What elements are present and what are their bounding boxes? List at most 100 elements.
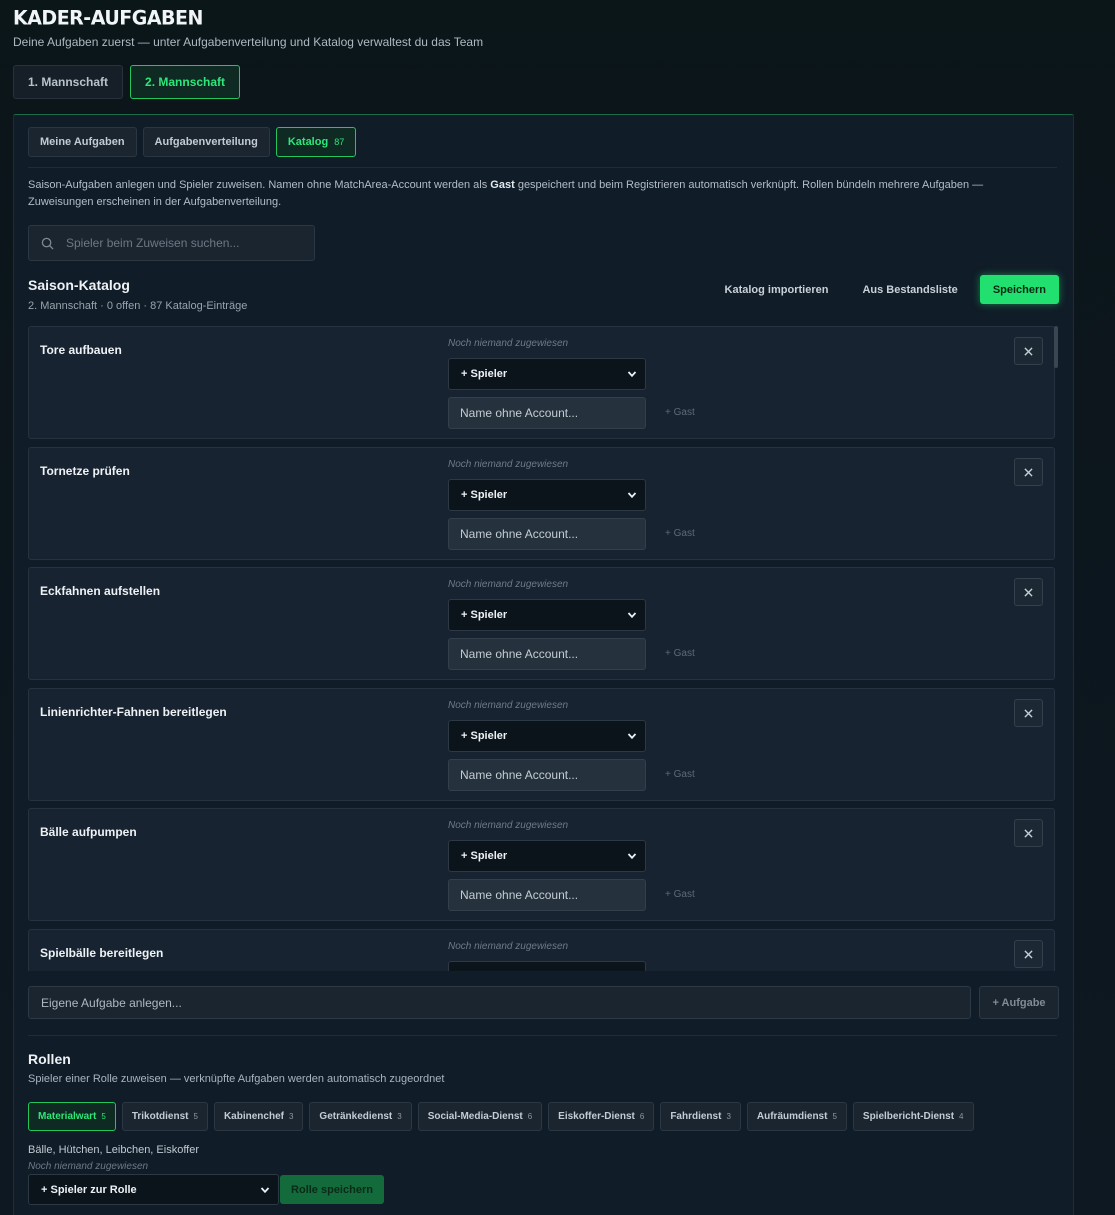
chevron-down-icon (627, 371, 637, 378)
task-card: Linienrichter-Fahnen bereitlegen Noch nie… (28, 688, 1055, 801)
tab-label: Meine Aufgaben (40, 136, 125, 148)
save-button[interactable]: Speichern (979, 275, 1059, 304)
task-assign-status: Noch niemand zugewiesen (448, 579, 569, 590)
task-name: Tore aufbauen (40, 343, 122, 357)
divider (28, 1035, 1057, 1036)
tab-label: Aufgabenverteilung (154, 136, 258, 148)
role-chip-count: 5 (101, 1112, 106, 1121)
search-icon (41, 237, 54, 250)
player-search[interactable] (28, 225, 315, 261)
role-assign-status: Noch niemand zugewiesen (28, 1161, 149, 1172)
task-name: Bälle aufpumpen (40, 825, 137, 839)
guest-name-input[interactable]: Name ohne Account... (448, 518, 646, 550)
task-list[interactable]: Tore aufbauen Noch niemand zugewiesen + Sp… (28, 326, 1061, 971)
from-list-button[interactable]: Aus Bestandsliste (850, 275, 969, 304)
role-chip-count: 3 (726, 1112, 731, 1121)
task-select-label: + Spieler (461, 850, 508, 862)
close-icon (1024, 949, 1033, 959)
remove-task-button[interactable] (1014, 699, 1043, 727)
new-task-input[interactable]: Eigene Aufgabe anlegen... (28, 986, 971, 1019)
add-guest-button[interactable]: + Gast (665, 648, 695, 659)
close-icon (1024, 708, 1033, 718)
role-chip-label: Materialwart (38, 1111, 97, 1122)
divider (28, 167, 1057, 168)
tab-team-1[interactable]: 1. Mannschaft (13, 65, 124, 99)
tab-aufgabenverteilung[interactable]: Aufgabenverteilung (142, 127, 270, 157)
task-name: Spielbälle bereitlegen (40, 946, 164, 960)
tab-meine-aufgaben[interactable]: Meine Aufgaben (28, 127, 137, 157)
scrollbar[interactable] (1054, 326, 1058, 368)
tab-katalog[interactable]: Katalog 87 (275, 127, 357, 157)
page-subtitle: Deine Aufgaben zuerst — unter Aufgabenve… (13, 35, 484, 49)
role-chip-label: Aufräumdienst (756, 1111, 828, 1122)
remove-task-button[interactable] (1014, 578, 1043, 606)
guest-name-input[interactable]: Name ohne Account... (448, 879, 646, 911)
task-card: Spielbälle bereitlegen Noch niemand zugew… (28, 929, 1055, 971)
remove-task-button[interactable] (1014, 940, 1043, 968)
role-chip[interactable]: Trikotdienst 5 (121, 1102, 208, 1131)
role-player-select[interactable]: + Spieler zur Rolle (28, 1174, 279, 1205)
guest-name-input[interactable]: Name ohne Account... (448, 638, 646, 670)
role-chip[interactable]: Eiskoffer-Dienst 6 (548, 1102, 655, 1131)
search-input[interactable] (66, 236, 296, 250)
task-assign-status: Noch niemand zugewiesen (448, 459, 569, 470)
role-chip-label: Social-Media-Dienst (427, 1111, 523, 1122)
role-chip-count: 6 (639, 1112, 645, 1121)
add-guest-button[interactable]: + Gast (665, 528, 695, 539)
add-guest-button[interactable]: + Gast (665, 769, 695, 780)
guest-name-input[interactable]: Name ohne Account... (448, 397, 646, 429)
task-select-label: + Spieler (461, 368, 508, 380)
role-chip[interactable]: Fahrdienst 3 (660, 1102, 741, 1131)
role-chip[interactable]: Materialwart 5 (28, 1102, 116, 1131)
remove-task-button[interactable] (1014, 337, 1043, 365)
tab-label: Katalog (287, 136, 329, 148)
close-icon (1024, 467, 1033, 477)
role-chip[interactable]: Social-Media-Dienst 6 (417, 1102, 543, 1131)
task-player-select[interactable]: + Spieler (448, 961, 646, 971)
close-icon (1024, 346, 1033, 356)
task-assign-status: Noch niemand zugewiesen (448, 338, 569, 349)
task-assign-status: Noch niemand zugewiesen (448, 941, 569, 952)
task-player-select[interactable]: + Spieler (448, 358, 646, 390)
page-title: KADER-AUFGABEN (13, 6, 203, 30)
role-chip-label: Getränkedienst (319, 1111, 393, 1122)
add-guest-button[interactable]: + Gast (665, 407, 695, 418)
team-tabs: 1. Mannschaft 2. Mannschaft (13, 65, 241, 99)
catalog-meta: 2. Mannschaft · 0 offen · 87 Katalog-Ein… (28, 300, 248, 312)
catalog-actions: Katalog importieren Aus Bestandsliste Sp… (713, 275, 1059, 304)
role-select-label: + Spieler zur Rolle (41, 1183, 137, 1196)
role-chip-label: Spielbericht-Dienst (862, 1111, 955, 1122)
remove-task-button[interactable] (1014, 819, 1043, 847)
role-chip-label: Trikotdienst (131, 1111, 189, 1122)
task-card: Tore aufbauen Noch niemand zugewiesen + Sp… (28, 326, 1055, 439)
role-chip-label: Eiskoffer-Dienst (558, 1111, 635, 1122)
task-card: Tornetze prüfen Noch niemand zugewiesen + … (28, 447, 1055, 560)
guest-name-input[interactable]: Name ohne Account... (448, 759, 646, 791)
sub-tabs: Meine Aufgaben Aufgabenverteilung Katalo… (28, 127, 357, 157)
task-player-select[interactable]: + Spieler (448, 599, 646, 631)
add-task-button[interactable]: + Aufgabe (979, 986, 1059, 1019)
role-chip-label: Fahrdienst (670, 1111, 722, 1122)
task-player-select[interactable]: + Spieler (448, 479, 646, 511)
role-chip[interactable]: Kabinenchef 3 (213, 1102, 304, 1131)
task-select-label: + Spieler (461, 730, 508, 742)
intro-bold: Gast (490, 179, 515, 191)
task-card: Bälle aufpumpen Noch niemand zugewiesen + … (28, 808, 1055, 921)
task-player-select[interactable]: + Spieler (448, 720, 646, 752)
chevron-down-icon (260, 1186, 270, 1193)
task-select-label: + Spieler (461, 489, 508, 501)
role-task-list: Bälle, Hütchen, Leibchen, Eiskoffer (28, 1144, 200, 1156)
import-catalog-button[interactable]: Katalog importieren (713, 275, 841, 304)
roles-title: Rollen (28, 1051, 71, 1067)
save-role-button[interactable]: Rolle speichern (280, 1175, 384, 1204)
close-icon (1024, 587, 1033, 597)
role-chip[interactable]: Getränkedienst 3 (309, 1102, 412, 1131)
remove-task-button[interactable] (1014, 458, 1043, 486)
add-guest-button[interactable]: + Gast (665, 889, 695, 900)
role-chip[interactable]: Spielbericht-Dienst 4 (852, 1102, 974, 1131)
chevron-down-icon (627, 853, 637, 860)
task-player-select[interactable]: + Spieler (448, 840, 646, 872)
tab-team-2[interactable]: 2. Mannschaft (130, 65, 241, 99)
role-chip-count: 5 (193, 1112, 198, 1121)
role-chip[interactable]: Aufräumdienst 5 (746, 1102, 847, 1131)
